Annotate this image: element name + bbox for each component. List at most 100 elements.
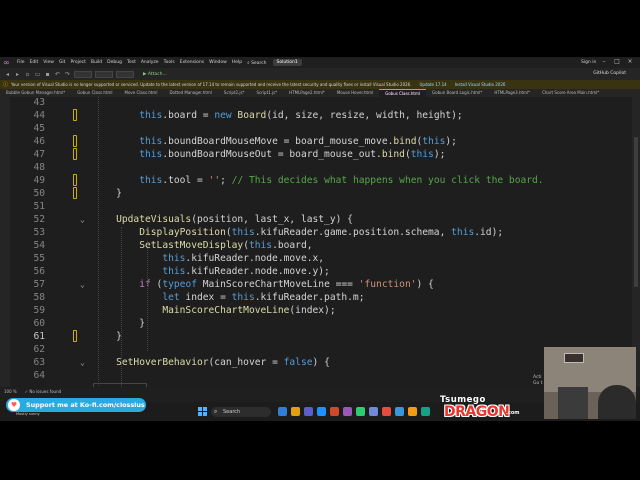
save-icon[interactable]: ▪ <box>44 71 51 78</box>
code-line[interactable]: 59 MainScoreChartMoveLine(index); <box>0 304 632 317</box>
store-icon[interactable] <box>317 407 326 416</box>
code-token: .kifuReader.game.position.schema, <box>254 227 452 238</box>
menu-view[interactable]: View <box>43 60 54 65</box>
zoom-level[interactable]: 100 % <box>4 389 17 394</box>
platform-select[interactable] <box>95 70 113 78</box>
code-line[interactable]: 49 this.tool = ''; // This decides what … <box>0 174 632 187</box>
tab-1[interactable]: Gobun Class.html <box>71 89 118 97</box>
folder-icon[interactable] <box>408 407 417 416</box>
update-link[interactable]: Update 17.14 <box>420 82 447 87</box>
line-number: 63 <box>33 357 45 368</box>
code-line[interactable]: 55 this.kifuReader.node.move.x, <box>0 252 632 265</box>
windows-start-icon[interactable] <box>198 407 207 416</box>
menu-analyze[interactable]: Analyze <box>141 60 159 65</box>
code-line[interactable]: 57 ⌄ if (typeof MainScoreChartMoveLine ==… <box>0 278 632 291</box>
code-line[interactable]: 63 ⌄ SetHoverBehavior(can_hover = false) … <box>0 356 632 369</box>
tab-2[interactable]: Move Class.html <box>119 89 164 97</box>
menu-test[interactable]: Test <box>127 60 136 65</box>
code-line[interactable]: 46 this.boundBoardMouseMove = board_mous… <box>0 135 632 148</box>
line-number: 58 <box>33 292 45 303</box>
code-line[interactable]: 48 <box>0 161 632 174</box>
redo-icon[interactable]: ↷ <box>64 71 71 78</box>
code-token: this <box>451 227 475 238</box>
code-line[interactable]: 56 this.kifuReader.node.move.y); <box>0 265 632 278</box>
new-file-icon[interactable]: ▫ <box>24 71 31 78</box>
code-token: ( <box>150 279 163 290</box>
tab-10[interactable]: HTMLPage3.html* <box>488 89 536 97</box>
code-token: ); <box>445 136 457 147</box>
fold-chevron-icon[interactable]: ⌄ <box>80 278 85 291</box>
chrome-icon[interactable] <box>382 407 391 416</box>
tab-0[interactable]: Bubble Gobun Manager.html* <box>0 89 71 97</box>
app-icon[interactable] <box>330 407 339 416</box>
tab-3[interactable]: Dotted Manager.html <box>163 89 217 97</box>
attach-button[interactable]: ▶ Attach... <box>143 72 167 77</box>
code-line[interactable]: 43 <box>0 97 632 109</box>
code-line[interactable]: 47 this.boundBoardMouseOut = board_mouse… <box>0 148 632 161</box>
minimize-icon[interactable]: – <box>598 58 610 65</box>
fold-chevron-icon[interactable]: ⌄ <box>80 356 85 369</box>
tab-11[interactable]: Chart Score Area Main.html* <box>536 89 605 97</box>
tab-5[interactable]: Script1.js* <box>251 89 284 97</box>
visual-studio-icon[interactable] <box>343 407 352 416</box>
menu-build[interactable]: Build <box>91 60 102 65</box>
issues-status[interactable]: ✓ No issues found <box>25 389 61 394</box>
menu-tools[interactable]: Tools <box>164 60 175 65</box>
code-line[interactable]: 54 SetLastMoveDisplay(this.board, <box>0 239 632 252</box>
code-text: this.board = new Board(id, size, resize,… <box>93 109 462 122</box>
fold-chevron-icon[interactable]: ⌄ <box>80 213 85 226</box>
code-token: .boundBoardMouseMove = board_mouse_move. <box>162 136 394 147</box>
code-line[interactable]: 60 } <box>0 317 632 330</box>
unsaved-change-marker <box>73 148 77 160</box>
tab-6[interactable]: HTMLPage2.html* <box>283 89 331 97</box>
code-text: this.tool = ''; // This decides what hap… <box>93 174 543 187</box>
menu-project[interactable]: Project <box>70 60 85 65</box>
install-link[interactable]: Install Visual Studio 2026 <box>455 82 506 87</box>
menu-edit[interactable]: Edit <box>30 60 39 65</box>
edge-icon[interactable] <box>278 407 287 416</box>
code-line[interactable]: 61 } <box>0 330 632 343</box>
back-icon[interactable]: ◂ <box>4 71 11 78</box>
sign-in-link[interactable]: Sign in <box>581 60 596 65</box>
configuration-select[interactable] <box>74 70 92 78</box>
code-editor[interactable]: 43 44 this.board = new Board(id, size, re… <box>0 97 632 421</box>
undo-icon[interactable]: ↶ <box>54 71 61 78</box>
close-icon[interactable]: × <box>624 58 636 65</box>
code-line[interactable]: 58 let index = this.kifuReader.path.m; <box>0 291 632 304</box>
scrollbar-thumb[interactable] <box>634 137 638 287</box>
menu-debug[interactable]: Debug <box>107 60 122 65</box>
copilot-button[interactable]: GitHub Copilot <box>593 71 626 76</box>
terminal-icon[interactable] <box>421 407 430 416</box>
discord-icon[interactable] <box>369 407 378 416</box>
code-line[interactable]: 44 this.board = new Board(id, size, resi… <box>0 109 632 122</box>
tab-8[interactable]: Gobus Class.html <box>379 89 427 97</box>
menu-window[interactable]: Window <box>209 60 227 65</box>
code-line[interactable]: 52 ⌄ UpdateVisuals(position, last_x, last… <box>0 213 632 226</box>
tab-7[interactable]: Mouse Hover.html <box>331 89 379 97</box>
code-line[interactable]: 50 } <box>0 187 632 200</box>
menu-help[interactable]: Help <box>232 60 242 65</box>
file-explorer-icon[interactable] <box>291 407 300 416</box>
browser-icon[interactable] <box>395 407 404 416</box>
code-line[interactable]: 51 <box>0 200 632 213</box>
startup-select[interactable] <box>116 70 134 78</box>
forward-icon[interactable]: ▸ <box>14 71 21 78</box>
code-token: DisplayPosition <box>139 227 226 238</box>
code-line[interactable]: 45 <box>0 122 632 135</box>
taskbar-search[interactable]: ⌕ Search <box>211 407 271 417</box>
logo-tld: .com <box>506 410 520 416</box>
menu-file[interactable]: File <box>17 60 25 65</box>
menu-search[interactable]: ⌕ Search <box>247 60 266 66</box>
teams-icon[interactable] <box>304 407 313 416</box>
tab-9[interactable]: Gobun Board Logic.html* <box>426 89 488 97</box>
code-line[interactable]: 53 DisplayPosition(this.kifuReader.game.… <box>0 226 632 239</box>
code-line[interactable]: 62 <box>0 343 632 356</box>
maximize-icon[interactable]: □ <box>611 58 623 65</box>
tab-4[interactable]: Script2.js* <box>218 89 251 97</box>
menu-extensions[interactable]: Extensions <box>180 60 204 65</box>
obs-icon[interactable] <box>356 407 365 416</box>
menu-git[interactable]: Git <box>59 60 66 65</box>
open-icon[interactable]: ▭ <box>34 71 41 78</box>
